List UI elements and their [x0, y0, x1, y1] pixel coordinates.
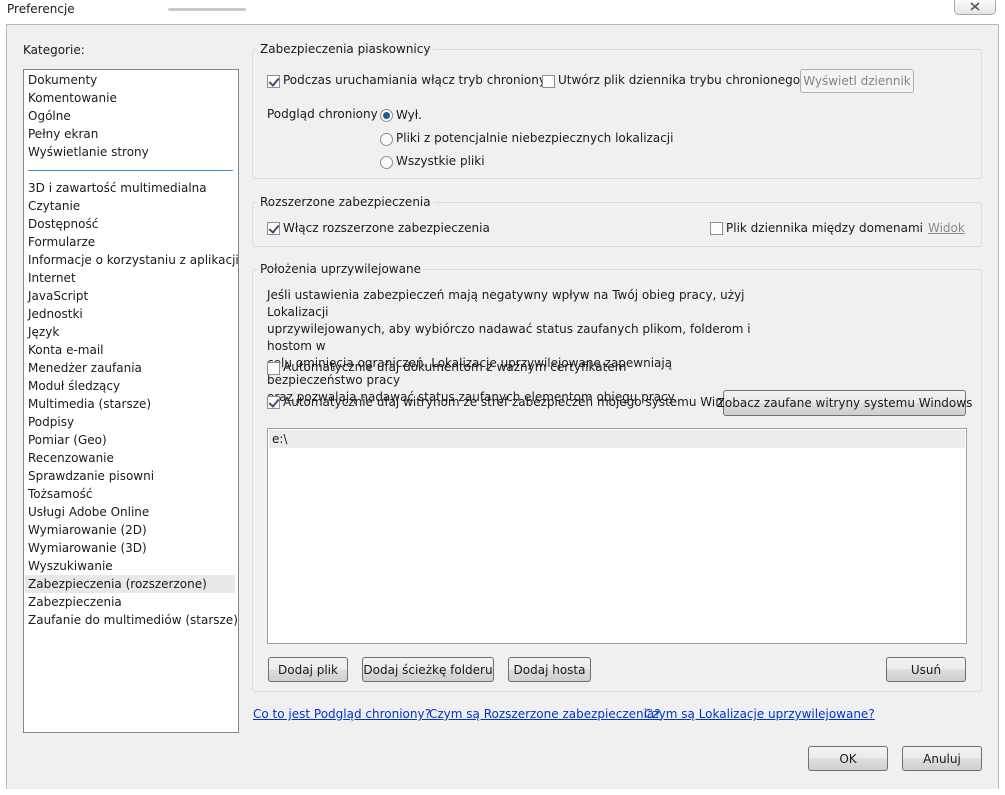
cancel-button[interactable]: Anuluj [902, 746, 982, 771]
categories-label: Kategorie: [23, 43, 85, 57]
category-item[interactable]: Usługi Adobe Online [28, 503, 238, 521]
trust-certified-checkbox[interactable] [267, 362, 280, 375]
cross-domain-log-label[interactable]: Plik dziennika między domenami [726, 221, 923, 235]
enhanced-security-checkbox[interactable] [267, 222, 280, 235]
help-link-privileged-locations[interactable]: Czym są Lokalizacje uprzywilejowane? [644, 707, 875, 721]
help-link-enhanced-security[interactable]: Czym są Rozszerzone zabezpieczenia? [429, 707, 661, 721]
remove-button[interactable]: Usuń [886, 657, 966, 682]
protected-log-checkbox[interactable] [542, 75, 555, 88]
bottom-edge [0, 789, 1005, 795]
category-item[interactable]: Sprawdzanie pisowni [28, 467, 238, 485]
close-icon [970, 2, 980, 11]
title-bar [0, 0, 1005, 24]
category-item[interactable]: 3D i zawartość multimedialna [28, 179, 238, 197]
cross-domain-log-checkbox[interactable] [710, 222, 723, 235]
help-link-protected-view[interactable]: Co to jest Podgląd chroniony? [253, 707, 431, 721]
category-item[interactable]: Wyszukiwanie [28, 557, 238, 575]
trust-windows-zones-checkbox[interactable] [267, 396, 280, 409]
category-item[interactable]: Dokumenty [28, 71, 238, 89]
enhanced-security-title: Rozszerzone zabezpieczenia [257, 195, 434, 209]
category-item[interactable]: Komentowanie [28, 89, 238, 107]
category-item[interactable]: Tożsamość [28, 485, 238, 503]
ok-button[interactable]: OK [808, 746, 888, 771]
category-item[interactable]: Menedżer zaufania [28, 359, 238, 377]
protected-view-off-radio[interactable] [380, 109, 393, 122]
add-file-button[interactable]: Dodaj plik [268, 657, 348, 682]
category-item-selected[interactable]: Zabezpieczenia (rozszerzone) [25, 575, 235, 593]
category-item[interactable]: Konta e-mail [28, 341, 238, 359]
view-log-button[interactable]: Wyświetl dziennik [800, 69, 914, 93]
category-item[interactable]: Jednostki [28, 305, 238, 323]
category-item[interactable]: Zabezpieczenia [28, 593, 238, 611]
category-item[interactable]: Pełny ekran [28, 125, 238, 143]
protected-log-label[interactable]: Utwórz plik dziennika trybu chronionego [558, 73, 800, 87]
category-item[interactable]: Język [28, 323, 238, 341]
category-separator [28, 170, 233, 171]
protected-view-all-radio[interactable] [380, 156, 393, 169]
category-item[interactable]: Formularze [28, 233, 238, 251]
title-decoration [168, 8, 246, 11]
window-title: Preferencje [7, 2, 75, 16]
protected-view-label: Podgląd chroniony [267, 107, 378, 121]
category-item[interactable]: Wymiarowanie (3D) [28, 539, 238, 557]
category-item[interactable]: Wymiarowanie (2D) [28, 521, 238, 539]
protected-view-off-label[interactable]: Wył. [396, 108, 422, 122]
protected-mode-label[interactable]: Podczas uruchamiania włącz tryb chronion… [283, 73, 546, 87]
category-item[interactable]: Dostępność [28, 215, 238, 233]
category-item[interactable]: Informacje o korzystaniu z aplikacji [28, 251, 239, 269]
cross-domain-view-link[interactable]: Widok [928, 221, 965, 235]
privileged-description: Jeśli ustawienia zabezpieczeń mają negat… [267, 287, 757, 406]
protected-view-unsafe-radio[interactable] [380, 133, 393, 146]
close-button[interactable] [954, 0, 996, 15]
category-item[interactable]: Wyświetlanie strony [28, 143, 238, 161]
add-host-button[interactable]: Dodaj hosta [508, 657, 591, 682]
trust-certified-label[interactable]: Automatycznie ufaj dokumentom z ważnym c… [283, 360, 626, 374]
privileged-paths-list[interactable]: e:\ [267, 428, 967, 644]
protected-mode-checkbox[interactable] [267, 75, 280, 88]
trust-windows-zones-label[interactable]: Automatycznie ufaj witrynom ze stref zab… [283, 395, 754, 409]
sandbox-group-title: Zabezpieczenia piaskownicy [257, 42, 434, 56]
category-item[interactable]: JavaScript [28, 287, 238, 305]
categories-list[interactable]: Dokumenty Komentowanie Ogólne Pełny ekra… [23, 69, 239, 733]
protected-view-unsafe-label[interactable]: Pliki z potencjalnie niebezpiecznych lok… [396, 131, 673, 145]
category-item[interactable]: Zaufanie do multimediów (starsze) [28, 611, 238, 629]
category-item[interactable]: Czytanie [28, 197, 238, 215]
category-item[interactable]: Recenzowanie [28, 449, 238, 467]
enhanced-security-label[interactable]: Włącz rozszerzone zabezpieczenia [283, 221, 490, 235]
category-item[interactable]: Podpisy [28, 413, 238, 431]
description-line: uprzywilejowanych, aby wybiórczo nadawać… [267, 322, 751, 353]
category-item[interactable]: Moduł śledzący [28, 377, 238, 395]
description-line: Jeśli ustawienia zabezpieczeń mają negat… [267, 288, 745, 319]
category-item[interactable]: Ogólne [28, 107, 238, 125]
protected-view-all-label[interactable]: Wszystkie pliki [396, 154, 485, 168]
category-item[interactable]: Internet [28, 269, 238, 287]
see-trusted-sites-button[interactable]: Zobacz zaufane witryny systemu Windows [717, 390, 972, 416]
privileged-locations-title: Położenia uprzywilejowane [257, 262, 424, 276]
add-folder-path-button[interactable]: Dodaj ścieżkę folderu [362, 657, 494, 682]
category-item[interactable]: Multimedia (starsze) [28, 395, 238, 413]
path-list-item[interactable]: e:\ [269, 430, 965, 448]
category-item[interactable]: Pomiar (Geo) [28, 431, 238, 449]
